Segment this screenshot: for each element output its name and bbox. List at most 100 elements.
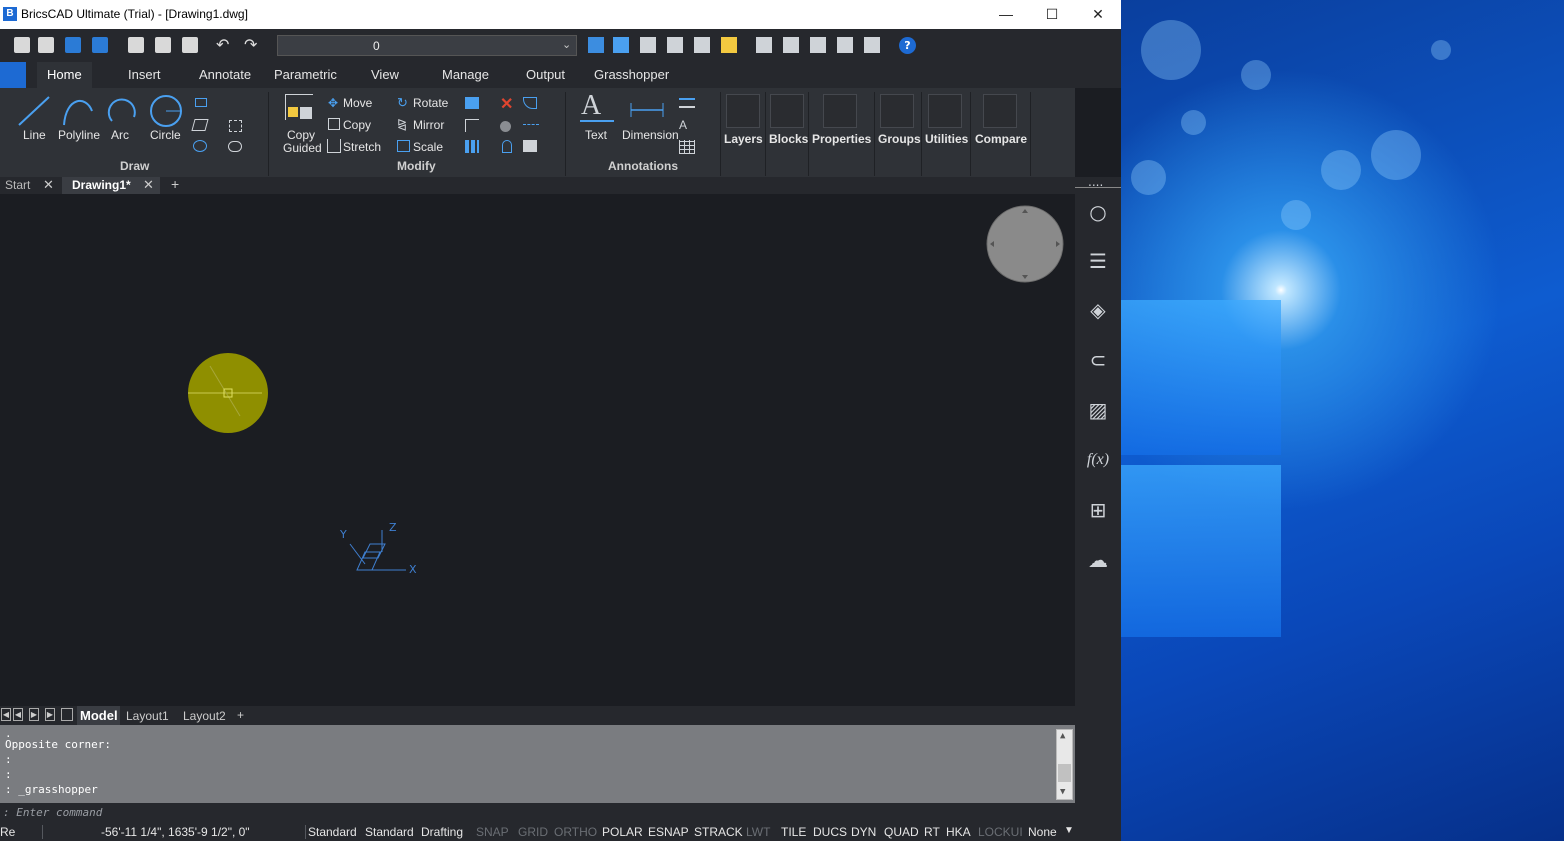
tab-annotate[interactable]: Annotate bbox=[189, 62, 261, 88]
blocks-panel-icon[interactable] bbox=[770, 94, 804, 128]
join-icon[interactable] bbox=[502, 140, 512, 153]
last-layout-icon[interactable]: ▶ bbox=[45, 708, 55, 721]
application-menu-button[interactable] bbox=[0, 62, 26, 88]
tab-start[interactable]: Start bbox=[5, 178, 30, 192]
polyline-icon[interactable] bbox=[60, 93, 96, 129]
attachments-paperclip-icon[interactable]: ⊂ bbox=[1085, 347, 1111, 373]
layer-dropdown[interactable]: 0 ⌄ bbox=[277, 35, 577, 56]
new-tab-button[interactable]: + bbox=[171, 176, 179, 192]
text-icon[interactable]: A bbox=[581, 90, 601, 122]
tab-drawing1[interactable]: Drawing1* bbox=[72, 178, 131, 192]
drawing-canvas[interactable]: Y Z X bbox=[0, 194, 1075, 706]
line-button[interactable]: Line bbox=[23, 128, 46, 142]
properties-sliders-icon[interactable]: ☰ bbox=[1085, 248, 1111, 274]
command-line-input[interactable]: : Enter command bbox=[0, 803, 1075, 823]
new-file-icon[interactable] bbox=[14, 37, 30, 53]
maximize-button[interactable]: ☐ bbox=[1029, 0, 1075, 29]
status-dim-style[interactable]: Standard bbox=[365, 825, 414, 839]
prev-layout-icon[interactable]: ◀ bbox=[13, 708, 23, 721]
groups-panel-icon[interactable] bbox=[880, 94, 914, 128]
utilities-panel-icon[interactable] bbox=[928, 94, 962, 128]
status-rt-toggle[interactable]: RT bbox=[924, 825, 940, 839]
blocks-panel-button[interactable]: Blocks bbox=[769, 132, 808, 146]
drawing-explorer-icon[interactable] bbox=[837, 37, 853, 53]
close-tab-icon[interactable]: ✕ bbox=[143, 177, 154, 193]
close-tab-icon[interactable]: ✕ bbox=[43, 177, 54, 193]
layers-panel-icon[interactable] bbox=[726, 94, 760, 128]
scroll-thumb[interactable] bbox=[1058, 764, 1071, 782]
status-lockui-toggle[interactable]: LOCKUI bbox=[978, 825, 1023, 839]
print-icon[interactable] bbox=[155, 37, 171, 53]
scale-button[interactable]: Scale bbox=[413, 140, 443, 154]
quick-select-icon[interactable] bbox=[694, 37, 710, 53]
move-button[interactable]: Move bbox=[343, 96, 372, 110]
dimension-button[interactable]: Dimension bbox=[622, 128, 679, 142]
open-file-icon[interactable] bbox=[38, 37, 54, 53]
history-scrollbar[interactable]: ▲ ▼ bbox=[1056, 729, 1073, 800]
plot-icon[interactable] bbox=[182, 37, 198, 53]
close-button[interactable]: ✕ bbox=[1075, 0, 1121, 29]
offset-icon[interactable] bbox=[465, 97, 479, 109]
tab-model[interactable]: Model bbox=[80, 708, 118, 723]
dimension-icon[interactable] bbox=[628, 100, 666, 120]
status-quad-toggle[interactable]: QUAD bbox=[884, 825, 919, 839]
copy-guided-button-line1[interactable]: Copy bbox=[287, 128, 315, 142]
text-style-icon[interactable]: A bbox=[679, 118, 687, 132]
tab-insert[interactable]: Insert bbox=[118, 62, 171, 88]
help-icon[interactable]: ? bbox=[899, 37, 916, 54]
hatch-icon[interactable] bbox=[193, 140, 207, 152]
fillet-icon[interactable] bbox=[465, 119, 479, 132]
revcloud-icon[interactable] bbox=[228, 141, 242, 152]
status-strack-toggle[interactable]: STRACK bbox=[694, 825, 743, 839]
status-snap-toggle[interactable]: SNAP bbox=[476, 825, 509, 839]
array-icon[interactable] bbox=[465, 140, 479, 153]
select-by-layer-icon[interactable] bbox=[667, 37, 683, 53]
tab-view[interactable]: View bbox=[361, 62, 409, 88]
select-similar-icon[interactable] bbox=[640, 37, 656, 53]
status-lwt-toggle[interactable]: LWT bbox=[746, 825, 770, 839]
layers-panel-button[interactable]: Layers bbox=[724, 132, 763, 146]
groups-panel-button[interactable]: Groups bbox=[878, 132, 921, 146]
settings-gear-icon[interactable] bbox=[810, 37, 826, 53]
tab-manage[interactable]: Manage bbox=[432, 62, 499, 88]
polyline-button[interactable]: Polyline bbox=[58, 128, 100, 142]
status-workspace[interactable]: Drafting bbox=[421, 825, 463, 839]
status-hka-toggle[interactable]: HKA bbox=[946, 825, 971, 839]
properties-icon[interactable] bbox=[756, 37, 772, 53]
mirror-button[interactable]: Mirror bbox=[413, 118, 444, 132]
structure-tree-icon[interactable]: ⊞ bbox=[1085, 497, 1111, 523]
tab-grasshopper[interactable]: Grasshopper bbox=[584, 62, 679, 88]
save-as-icon[interactable] bbox=[92, 37, 108, 53]
match-properties-icon[interactable] bbox=[588, 37, 604, 53]
copy-button[interactable]: Copy bbox=[343, 118, 371, 132]
undo-icon[interactable]: ↶ bbox=[216, 35, 229, 54]
utilities-panel-button[interactable]: Utilities bbox=[925, 132, 968, 146]
erase-icon[interactable]: ✕ bbox=[500, 94, 513, 114]
compare-panel-button[interactable]: Compare bbox=[975, 132, 1027, 146]
status-dyn-toggle[interactable]: DYN bbox=[851, 825, 876, 839]
status-text-style[interactable]: Standard bbox=[308, 825, 357, 839]
status-polar-toggle[interactable]: POLAR bbox=[602, 825, 643, 839]
line-icon[interactable] bbox=[15, 93, 55, 129]
tab-home[interactable]: Home bbox=[37, 62, 92, 88]
text-button[interactable]: Text bbox=[585, 128, 607, 142]
table-icon[interactable] bbox=[679, 140, 695, 154]
hatch-pattern-icon[interactable]: ▨ bbox=[1085, 397, 1111, 423]
status-grid-toggle[interactable]: GRID bbox=[518, 825, 548, 839]
edit-polyline-icon[interactable] bbox=[523, 140, 537, 152]
explode-icon[interactable] bbox=[500, 121, 511, 132]
pick-icon[interactable] bbox=[613, 37, 629, 53]
polygon-icon[interactable] bbox=[191, 119, 209, 131]
lightbulb-icon[interactable]: ○ bbox=[1085, 199, 1111, 225]
first-layout-icon[interactable]: ◀ bbox=[1, 708, 11, 721]
rotate-button[interactable]: Rotate bbox=[413, 96, 448, 110]
circle-button[interactable]: Circle bbox=[150, 128, 181, 142]
status-ortho-toggle[interactable]: ORTHO bbox=[554, 825, 597, 839]
cloud-upload-icon[interactable]: ☁ bbox=[1085, 547, 1111, 573]
tab-layout2[interactable]: Layout2 bbox=[183, 709, 226, 723]
arc-icon[interactable] bbox=[106, 93, 140, 129]
minimize-button[interactable]: — bbox=[983, 0, 1029, 29]
circle-icon[interactable] bbox=[148, 93, 184, 129]
tab-parametric[interactable]: Parametric bbox=[264, 62, 347, 88]
multileader-icon[interactable] bbox=[679, 98, 695, 108]
